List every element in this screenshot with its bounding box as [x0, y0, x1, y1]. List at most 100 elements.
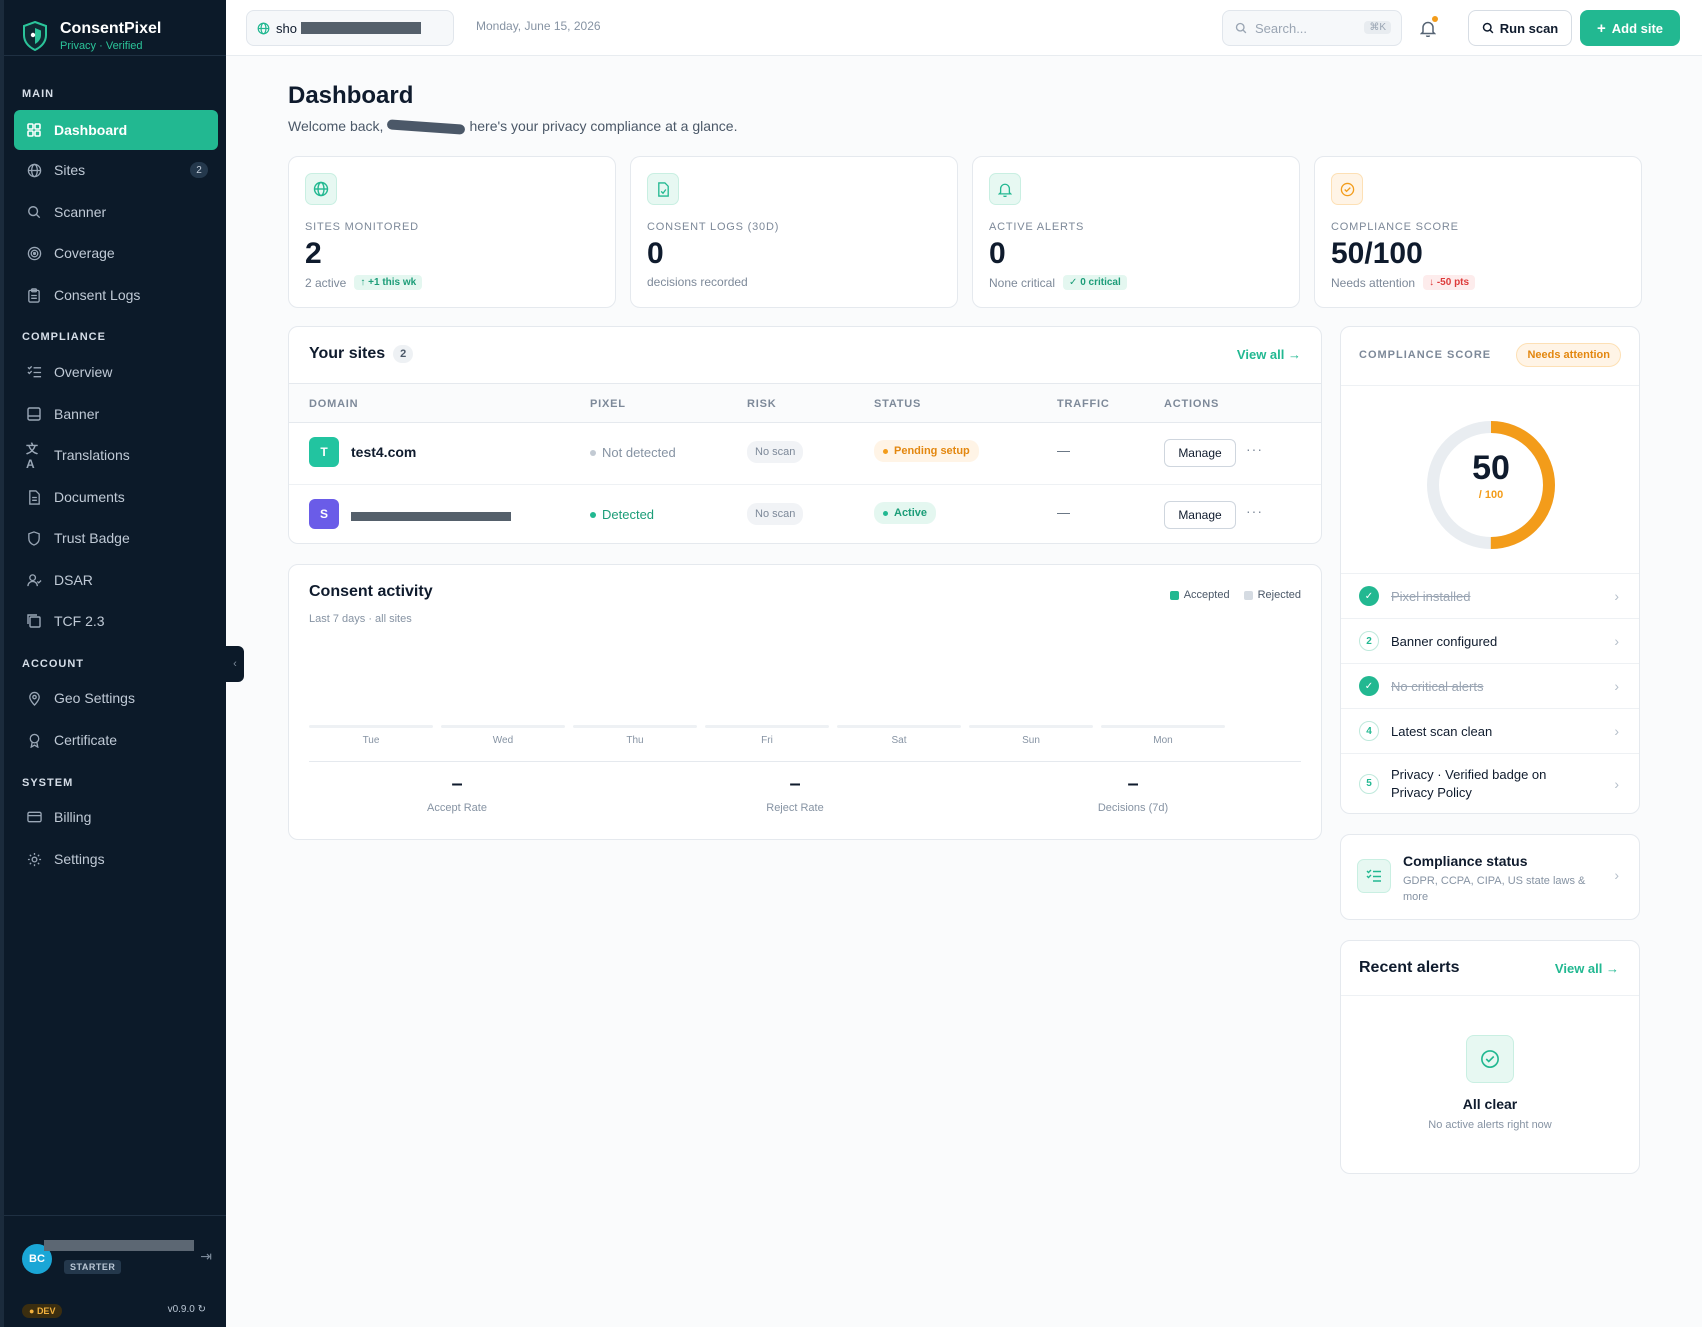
- metric-label: Reject Rate: [766, 802, 824, 814]
- chart-bar-baseline: [309, 725, 433, 728]
- metric-value: –: [789, 773, 801, 795]
- status-dot: [883, 510, 888, 516]
- sidebar-item-translations[interactable]: 文A Translations: [14, 435, 218, 475]
- sites-view-all-link[interactable]: View all →: [1237, 347, 1301, 362]
- status-badge: Active: [874, 502, 937, 524]
- stat-sub: 2 active ↑ +1 this wk: [305, 275, 423, 290]
- col-actions: ACTIONS: [1164, 398, 1220, 410]
- stat-card-compliance-score[interactable]: COMPLIANCE SCORE 50/100 Needs attention ↓…: [1314, 156, 1642, 308]
- check-icon: ✓: [1359, 586, 1379, 606]
- checklist-item[interactable]: ✓ Pixel installed ›: [1341, 573, 1639, 618]
- sidebar-item-label: Certificate: [54, 732, 118, 748]
- col-pixel: PIXEL: [590, 398, 626, 410]
- nav-section-system: SYSTEM: [22, 777, 74, 789]
- more-options-icon[interactable]: ···: [1246, 441, 1263, 457]
- stat-label: CONSENT LOGS (30D): [647, 221, 780, 233]
- search-input[interactable]: Search... ⌘K: [1222, 10, 1402, 46]
- nav-section-account: ACCOUNT: [22, 658, 84, 670]
- more-options-icon[interactable]: ···: [1246, 503, 1263, 519]
- table-row[interactable]: T test4.com Not detected No scan Pending…: [289, 423, 1321, 483]
- sidebar-item-label: Geo Settings: [54, 690, 135, 706]
- notifications-button[interactable]: [1416, 16, 1440, 40]
- manage-button[interactable]: Manage: [1164, 501, 1236, 529]
- run-scan-button[interactable]: Run scan: [1468, 10, 1572, 46]
- activity-title: Consent activity: [309, 583, 433, 600]
- translate-icon: 文A: [26, 441, 39, 471]
- check-circle-icon: [1466, 1035, 1514, 1083]
- sidebar-item-dsar[interactable]: DSAR: [14, 560, 218, 600]
- list-check-icon: [26, 364, 42, 380]
- sidebar-item-sites[interactable]: Sites 2: [14, 150, 218, 190]
- logout-icon[interactable]: ⇥: [200, 1248, 212, 1265]
- page-title: Dashboard: [288, 82, 414, 109]
- sidebar-item-certificate[interactable]: Certificate: [14, 720, 218, 760]
- status-dot: [590, 449, 596, 456]
- sidebar-item-billing[interactable]: Billing: [14, 797, 218, 837]
- search-placeholder: Search...: [1255, 20, 1308, 36]
- chart-day-slot: Tue: [309, 725, 433, 755]
- chevron-left-icon: ‹: [233, 658, 237, 670]
- sites-title-text: Your sites: [309, 345, 386, 363]
- sidebar-item-label: TCF 2.3: [54, 613, 105, 629]
- risk-badge: No scan: [747, 441, 804, 463]
- checklist-label: No critical alerts: [1391, 678, 1484, 694]
- metric-value: –: [1127, 773, 1139, 795]
- chart-bar-baseline: [441, 725, 565, 728]
- chevron-right-icon: ›: [1614, 633, 1619, 649]
- stat-sub-text: Needs attention: [1331, 275, 1416, 290]
- step-number: 2: [1359, 631, 1379, 651]
- brand-tagline: Privacy · Verified: [60, 39, 143, 52]
- sidebar-item-documents[interactable]: Documents: [14, 477, 218, 517]
- compliance-status-card[interactable]: Compliance status GDPR, CCPA, CIPA, US s…: [1340, 834, 1640, 920]
- env-badge: ● DEV: [22, 1304, 63, 1318]
- sidebar-item-label: Settings: [54, 851, 105, 867]
- stat-label: ACTIVE ALERTS: [989, 221, 1085, 233]
- consent-activity-panel: Consent activity Last 7 days · all sites…: [288, 564, 1322, 840]
- table-row[interactable]: S Detected No scan Active — Manage ···: [289, 484, 1321, 544]
- chart-day-slot: Mon: [1101, 725, 1225, 755]
- sidebar-item-scanner[interactable]: Scanner: [14, 192, 218, 232]
- site-domain[interactable]: test4.com: [351, 444, 416, 460]
- add-site-button[interactable]: + Add site: [1580, 10, 1680, 46]
- checklist-item[interactable]: 5 Privacy · Verified badge on Privacy Po…: [1341, 753, 1639, 813]
- main-content: sho Monday, June 15, 2026 Search... ⌘K R…: [226, 0, 1702, 1327]
- chevron-right-icon: ›: [1614, 678, 1619, 694]
- trend-badge: ↑ +1 this wk: [354, 275, 423, 290]
- checklist-label: Privacy · Verified badge on Privacy Poli…: [1391, 766, 1547, 800]
- sidebar-collapse-button[interactable]: ‹: [226, 646, 244, 682]
- metric-label: Decisions (7d): [1097, 802, 1169, 814]
- sidebar-item-coverage[interactable]: Coverage: [14, 233, 218, 273]
- checklist-item[interactable]: 4 Latest scan clean ›: [1341, 708, 1639, 753]
- sidebar-item-consent-logs[interactable]: Consent Logs: [14, 275, 218, 315]
- stat-card-active-alerts[interactable]: ACTIVE ALERTS 0 None critical ✓ 0 critica…: [972, 156, 1300, 308]
- checklist-item[interactable]: ✓ No critical alerts ›: [1341, 663, 1639, 708]
- status-dot: [590, 511, 596, 518]
- sidebar-item-settings[interactable]: Settings: [14, 839, 218, 879]
- plan-badge: STARTER: [64, 1260, 122, 1274]
- sidebar-item-trust-badge[interactable]: Trust Badge: [14, 518, 218, 558]
- welcome-start: Welcome back,: [288, 118, 384, 134]
- stat-card-consent-logs[interactable]: CONSENT LOGS (30D) 0 decisions recorded: [630, 156, 958, 308]
- step-number: 5: [1359, 773, 1379, 794]
- sidebar-item-banner[interactable]: Banner: [14, 394, 218, 434]
- refresh-icon[interactable]: ↻: [198, 1304, 206, 1315]
- manage-button[interactable]: Manage: [1164, 439, 1236, 467]
- alerts-view-all-link[interactable]: View all →: [1555, 961, 1619, 976]
- site-picker[interactable]: sho: [246, 10, 454, 46]
- document-icon: [26, 489, 42, 505]
- sidebar-item-label: Sites: [54, 162, 86, 178]
- sidebar-item-tcf[interactable]: TCF 2.3: [14, 601, 218, 641]
- status-dot: [883, 448, 888, 454]
- checklist-item[interactable]: 2 Banner configured ›: [1341, 618, 1639, 663]
- legend-swatch: [1169, 590, 1179, 600]
- shield-logo-icon: [23, 20, 47, 51]
- sidebar-item-label: Trust Badge: [54, 530, 130, 546]
- sidebar-item-geo-settings[interactable]: Geo Settings: [14, 678, 218, 718]
- sidebar-item-overview[interactable]: Overview: [14, 352, 218, 392]
- chart-bar-baseline: [573, 725, 697, 728]
- search-shortcut: ⌘K: [1364, 21, 1391, 34]
- sidebar-item-dashboard[interactable]: Dashboard: [14, 110, 218, 150]
- stat-card-sites[interactable]: SITES MONITORED 2 2 active ↑ +1 this wk: [288, 156, 616, 308]
- brand[interactable]: ConsentPixel Privacy · Verified: [4, 0, 226, 56]
- document-icon: [647, 173, 679, 205]
